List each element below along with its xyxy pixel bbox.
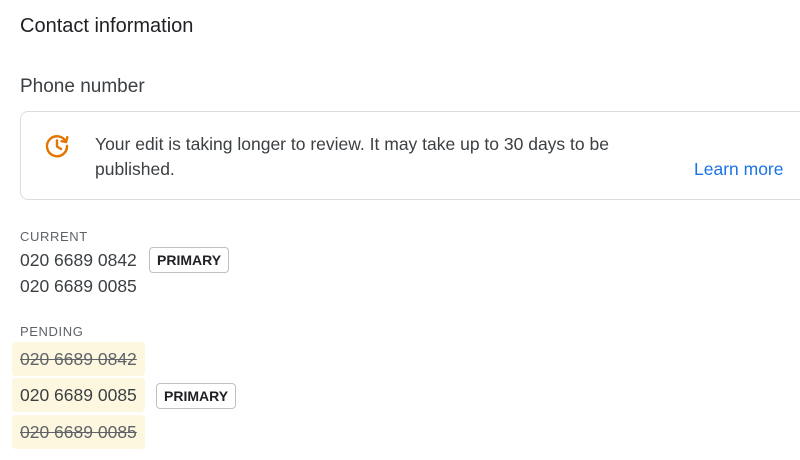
- pending-phone-value: 020 6689 0085: [20, 422, 137, 442]
- pending-label: PENDING: [20, 324, 84, 339]
- current-phone-2: 020 6689 0085: [20, 276, 137, 296]
- review-notice-banner: Your edit is taking longer to review. It…: [20, 111, 800, 200]
- pending-phone-removed-2: 020 6689 0085: [12, 415, 145, 449]
- learn-more-link[interactable]: Learn more: [694, 157, 784, 182]
- pending-phone-added: 020 6689 0085: [12, 378, 145, 412]
- phone-number-heading: Phone number: [20, 76, 145, 97]
- section-title: Contact information: [20, 15, 194, 37]
- pending-phone-removed-1: 020 6689 0842: [12, 342, 145, 376]
- contact-information-panel: Contact information Phone number Your ed…: [0, 0, 800, 460]
- pending-primary-badge: PRIMARY: [156, 383, 237, 409]
- review-notice-message: Your edit is taking longer to review. It…: [95, 134, 609, 179]
- current-phone-1: 020 6689 0842: [20, 250, 137, 270]
- current-label: CURRENT: [20, 229, 88, 244]
- primary-badge: PRIMARY: [149, 247, 230, 273]
- pending-phone-value: 020 6689 0842: [20, 349, 137, 369]
- pending-phone-value: 020 6689 0085: [20, 385, 137, 405]
- clock-refresh-icon: [43, 132, 71, 160]
